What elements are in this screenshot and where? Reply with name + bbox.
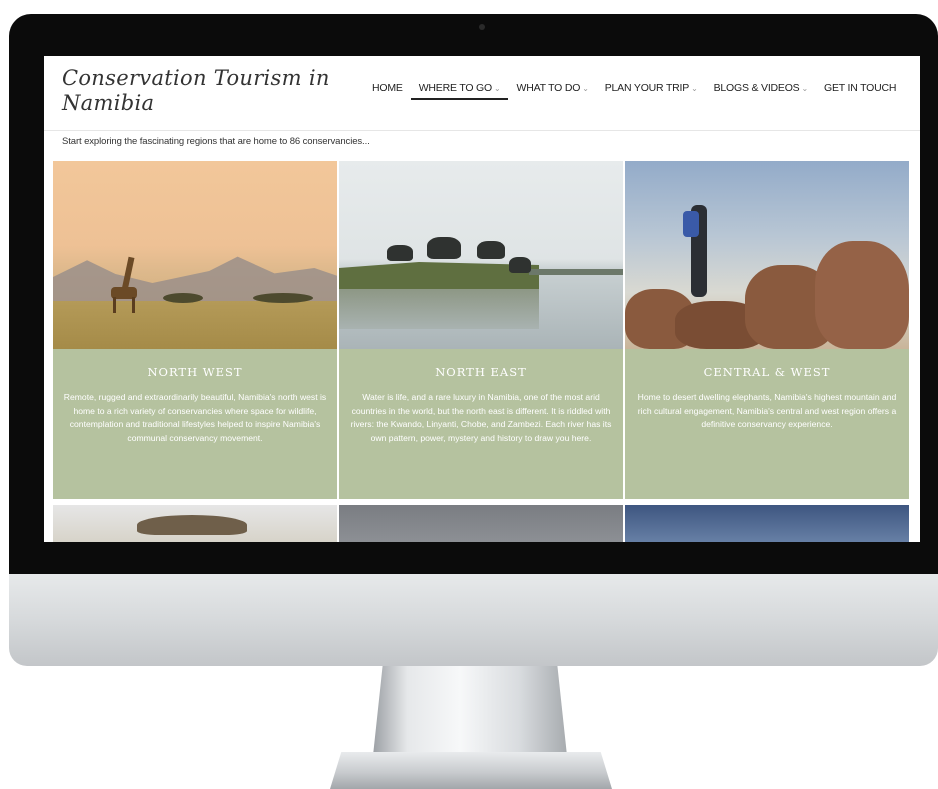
region-card-row2-3[interactable] (625, 505, 909, 542)
webcam-icon (479, 24, 485, 30)
region-text: Remote, rugged and extraordinarily beaut… (63, 392, 327, 443)
region-text: Home to desert dwelling elephants, Namib… (637, 392, 897, 429)
region-text: Water is life, and a rare luxury in Nami… (350, 392, 612, 443)
page-intro-text: Start exploring the fascinating regions … (62, 136, 370, 147)
chevron-down-icon: ⌄ (691, 84, 698, 93)
region-title[interactable]: CENTRAL & WEST (635, 365, 899, 379)
region-description: NORTH WEST Remote, rugged and extraordin… (53, 349, 337, 499)
site-logo[interactable]: Conservation Tourism in Namibia (62, 66, 352, 116)
region-description: CENTRAL & WEST Home to desert dwelling e… (625, 349, 909, 499)
region-title[interactable]: NORTH WEST (63, 365, 327, 379)
site-header: Conservation Tourism in Namibia HOME WHE… (44, 56, 920, 131)
chevron-down-icon: ⌄ (801, 84, 809, 93)
chevron-down-icon: ⌄ (582, 84, 589, 93)
nav-label: PLAN YOUR TRIP (604, 82, 690, 94)
region-photo-elephants-river[interactable] (339, 161, 623, 349)
nav-item-blogs-videos[interactable]: BLOGS & VIDEOS ⌄ (706, 78, 816, 98)
nav-label: BLOGS & VIDEOS (713, 82, 800, 94)
nav-item-home[interactable]: HOME (364, 78, 411, 98)
nav-label: WHAT TO DO (516, 82, 581, 94)
region-card-row2-2[interactable] (339, 505, 623, 542)
region-title[interactable]: NORTH EAST (349, 365, 613, 379)
region-card-row2-1[interactable] (53, 505, 337, 542)
region-card-north-east[interactable]: NORTH EAST Water is life, and a rare lux… (339, 161, 623, 499)
region-photo-hiker[interactable] (625, 161, 909, 349)
monitor-stand-base (330, 752, 612, 789)
region-photo-giraffe[interactable] (53, 161, 337, 349)
region-card-north-west[interactable]: NORTH WEST Remote, rugged and extraordin… (53, 161, 337, 499)
monitor-stand-neck (372, 655, 568, 765)
nav-item-plan-your-trip[interactable]: PLAN YOUR TRIP ⌄ (597, 78, 706, 98)
region-photo-baobab[interactable] (53, 505, 337, 542)
region-photo-blue-sky[interactable] (625, 505, 909, 542)
region-description: NORTH EAST Water is life, and a rare lux… (339, 349, 623, 499)
region-photo-grey-sky[interactable] (339, 505, 623, 542)
website-screen: Conservation Tourism in Namibia HOME WHE… (44, 56, 920, 542)
region-grid: NORTH WEST Remote, rugged and extraordin… (53, 161, 909, 542)
nav-label: HOME (372, 82, 403, 94)
region-card-central-west[interactable]: CENTRAL & WEST Home to desert dwelling e… (625, 161, 909, 499)
nav-label: WHERE TO GO (418, 82, 492, 94)
nav-label: GET IN TOUCH (824, 82, 897, 94)
main-nav: HOME WHERE TO GO ⌄ WHAT TO DO ⌄ PLAN YOUR … (364, 78, 904, 100)
nav-item-what-to-do[interactable]: WHAT TO DO ⌄ (508, 78, 596, 98)
nav-item-get-in-touch[interactable]: GET IN TOUCH (816, 78, 904, 98)
chevron-down-icon: ⌄ (493, 84, 501, 93)
nav-item-where-to-go[interactable]: WHERE TO GO ⌄ (410, 78, 509, 100)
monitor-chin (9, 560, 938, 666)
